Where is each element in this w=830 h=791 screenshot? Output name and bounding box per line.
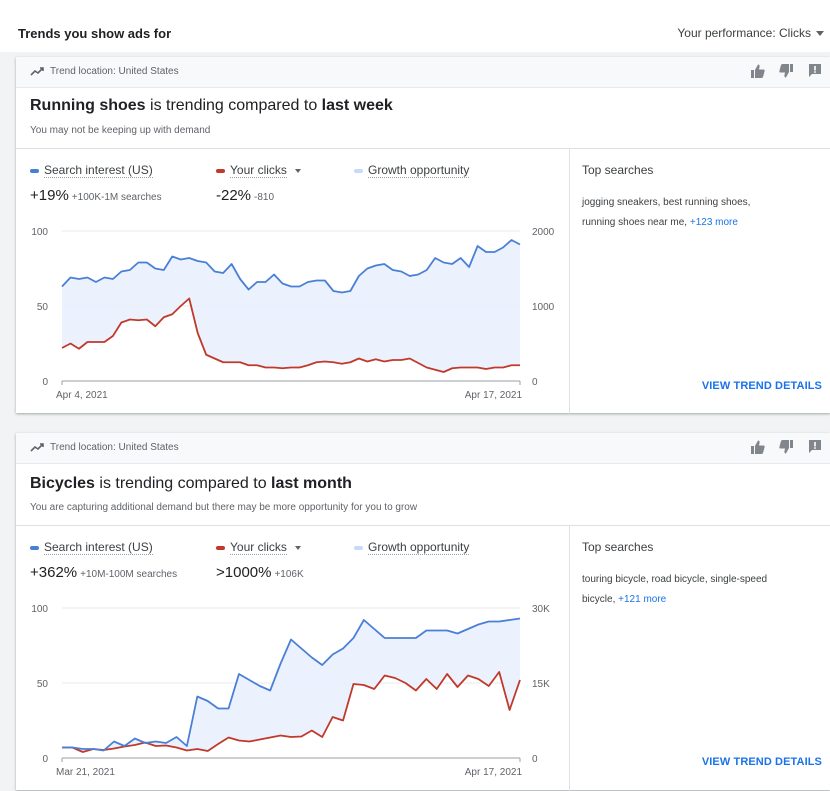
trending-up-icon — [30, 67, 44, 76]
card-header: Trend location: United States — [16, 433, 830, 464]
trend-headline: Bicycles is trending compared to last mo… — [30, 475, 352, 493]
chart-column: Search interest (US) Your clicks Growth … — [16, 149, 570, 414]
card-header: Trend location: United States — [16, 57, 830, 88]
thumbs-down-icon[interactable] — [778, 63, 794, 79]
left-tick-label: 50 — [37, 302, 49, 313]
trend-headline-mid: is trending compared to — [94, 475, 272, 492]
more-searches-link[interactable]: +121 more — [618, 594, 666, 605]
chevron-down-icon — [816, 31, 824, 37]
trend-headline-mid: is trending compared to — [145, 97, 322, 114]
right-tick-label: 0 — [532, 754, 538, 765]
trend-subject: Running shoes — [30, 97, 146, 114]
chart-column: Search interest (US) Your clicks Growth … — [16, 526, 570, 791]
thumbs-up-icon[interactable] — [750, 63, 766, 79]
view-trend-details-button[interactable]: VIEW TREND DETAILS — [702, 380, 822, 392]
trend-subject: Bicycles — [30, 475, 95, 492]
right-tick-label: 1000 — [532, 302, 555, 313]
left-tick-label: 100 — [31, 227, 48, 238]
right-tick-label: 2000 — [532, 227, 555, 238]
card-body: Search interest (US) Your clicks Growth … — [16, 525, 830, 791]
top-searches-panel: Top searches jogging sneakers, best runn… — [582, 149, 822, 414]
view-trend-details-button[interactable]: VIEW TREND DETAILS — [702, 756, 822, 768]
trend-location: Trend location: United States — [30, 66, 179, 77]
top-searches-title: Top searches — [582, 163, 654, 177]
feedback-icon[interactable] — [807, 439, 823, 455]
right-tick-label: 30K — [532, 604, 550, 615]
growth-opportunity-area — [62, 618, 520, 752]
trend-headline: Running shoes is trending compared to la… — [30, 97, 393, 115]
performance-dropdown-label: Your performance: Clicks — [677, 26, 811, 40]
trend-subtitle: You are capturing additional demand but … — [30, 502, 418, 513]
trend-period: last month — [271, 475, 352, 492]
trending-up-icon — [30, 443, 44, 452]
top-searches-text: touring bicycle, road bicycle, single-sp… — [582, 574, 768, 605]
trend-location: Trend location: United States — [30, 442, 179, 453]
top-searches-list: jogging sneakers, best running shoes, ru… — [582, 193, 782, 233]
x-end-label: Apr 17, 2021 — [465, 390, 523, 401]
left-tick-label: 100 — [31, 604, 48, 615]
top-searches-panel: Top searches touring bicycle, road bicyc… — [582, 526, 822, 791]
left-tick-label: 0 — [42, 377, 48, 388]
trend-period: last week — [321, 97, 393, 114]
x-end-label: Apr 17, 2021 — [465, 767, 523, 778]
trend-card-bicycles: Trend location: United States Bicycles i… — [16, 433, 830, 791]
page-header: Trends you show ads for Your performance… — [0, 0, 830, 52]
trend-location-label: Trend location: United States — [50, 442, 179, 453]
trend-chart: 100 50 0 30K 15K 0 Mar 21, 2021 Apr 17, 2021 — [31, 604, 550, 778]
thumbs-down-icon[interactable] — [778, 439, 794, 455]
page-title: Trends you show ads for — [18, 26, 172, 41]
thumbs-up-icon[interactable] — [750, 439, 766, 455]
trend-card-running-shoes: Trend location: United States Running sh… — [16, 57, 830, 414]
top-searches-title: Top searches — [582, 540, 654, 554]
trend-location-label: Trend location: United States — [50, 66, 179, 77]
trend-chart: 100 50 0 2000 1000 0 Apr 4, 2021 Apr 17, 2021 — [31, 227, 555, 401]
left-tick-label: 0 — [42, 754, 48, 765]
more-searches-link[interactable]: +123 more — [690, 217, 738, 228]
growth-opportunity-area — [62, 240, 520, 372]
feedback-icon[interactable] — [807, 63, 823, 79]
card-body: Search interest (US) Your clicks Growth … — [16, 148, 830, 414]
left-tick-label: 50 — [37, 679, 49, 690]
x-start-label: Apr 4, 2021 — [56, 390, 108, 401]
right-tick-label: 0 — [532, 377, 538, 388]
x-start-label: Mar 21, 2021 — [56, 767, 115, 778]
trend-subtitle: You may not be keeping up with demand — [30, 125, 211, 136]
right-tick-label: 15K — [532, 679, 550, 690]
top-searches-list: touring bicycle, road bicycle, single-sp… — [582, 570, 782, 610]
performance-dropdown[interactable]: Your performance: Clicks — [677, 26, 824, 40]
